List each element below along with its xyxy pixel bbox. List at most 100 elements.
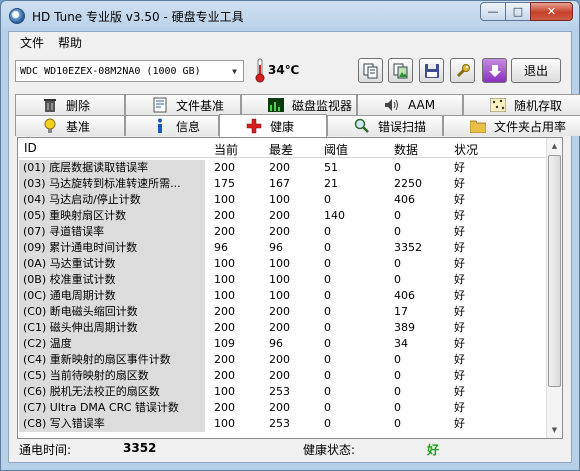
cell-data: 389 [394, 321, 415, 334]
column-header-status[interactable]: 状况 [454, 141, 478, 158]
cell-id: (C6) 脱机无法校正的扇区数 [19, 384, 205, 400]
maximize-button[interactable]: □ [505, 2, 531, 21]
cell-id: (0B) 校准重试计数 [19, 272, 205, 288]
cell-threshold: 0 [324, 225, 331, 238]
table-row[interactable]: (C6) 脱机无法校正的扇区数 100 253 0 0 好 [18, 384, 546, 400]
cell-threshold: 51 [324, 161, 338, 174]
column-header-threshold[interactable]: 阈值 [324, 141, 348, 158]
options-button[interactable] [450, 58, 475, 83]
cell-current: 100 [214, 257, 235, 270]
cell-id: (C7) Ultra DMA CRC 错误计数 [19, 400, 205, 416]
cell-status: 好 [454, 353, 465, 366]
cell-id: (0C) 通电周期计数 [19, 288, 205, 304]
close-button[interactable]: ✕ [530, 2, 573, 21]
tab-health[interactable]: 健康 [219, 114, 327, 137]
cell-current: 100 [214, 289, 235, 302]
tab-disk-monitor[interactable]: 磁盘监视器 [241, 94, 357, 115]
toolbar: WDC WD10EZEX-08M2NA0 (1000 GB) ▼ 34℃ 退出 [9, 54, 571, 90]
health-status-value: 好 [427, 443, 440, 457]
tab-info[interactable]: 信息 [125, 115, 219, 136]
table-row[interactable]: (07) 寻道错误率 200 200 0 0 好 [18, 224, 546, 240]
cell-data: 0 [394, 209, 401, 222]
table-row[interactable]: (09) 累计通电时间计数 96 96 0 3352 好 [18, 240, 546, 256]
tab-folder-usage[interactable]: 文件夹占用率 [443, 115, 580, 136]
cell-worst: 200 [269, 305, 290, 318]
cell-status: 好 [454, 321, 465, 334]
cell-current: 200 [214, 369, 235, 382]
menu-help[interactable]: 帮助 [51, 34, 89, 51]
cell-worst: 200 [269, 225, 290, 238]
table-row[interactable]: (C8) 写入错误率 100 253 0 0 好 [18, 416, 546, 432]
cell-data: 406 [394, 289, 415, 302]
tab-benchmark[interactable]: 基准 [15, 115, 125, 136]
cell-threshold: 0 [324, 337, 331, 350]
scrollbar-thumb[interactable] [548, 155, 561, 387]
cell-id: (C2) 温度 [19, 336, 205, 352]
drive-select[interactable]: WDC WD10EZEX-08M2NA0 (1000 GB) ▼ [15, 60, 244, 82]
table-row[interactable]: (05) 重映射扇区计数 200 200 140 0 好 [18, 208, 546, 224]
cell-id: (03) 马达旋转到标准转速所需... [19, 176, 205, 192]
tab-label: AAM [408, 98, 436, 112]
download-button[interactable] [482, 58, 507, 83]
cell-status: 好 [454, 273, 465, 286]
menu-file[interactable]: 文件 [13, 34, 51, 51]
cell-data: 3352 [394, 241, 422, 254]
tab-erase[interactable]: 删除 [15, 94, 125, 115]
save-button[interactable] [419, 58, 444, 83]
scroll-down-icon[interactable]: ▼ [547, 422, 562, 438]
tab-label: 磁盘监视器 [292, 98, 353, 113]
cell-id: (C4) 重新映射的扇区事件计数 [19, 352, 205, 368]
column-header-current[interactable]: 当前 [214, 141, 238, 158]
table-row[interactable]: (0B) 校准重试计数 100 100 0 0 好 [18, 272, 546, 288]
table-row[interactable]: (04) 马达启动/停止计数 100 100 0 406 好 [18, 192, 546, 208]
table-row[interactable]: (03) 马达旋转到标准转速所需... 175 167 21 2250 好 [18, 176, 546, 192]
column-header-worst[interactable]: 最差 [269, 141, 293, 158]
cell-current: 109 [214, 337, 235, 350]
cell-threshold: 0 [324, 273, 331, 286]
minimize-button[interactable]: — [480, 2, 506, 21]
column-header-id[interactable]: ID [24, 141, 37, 155]
table-row[interactable]: (C0) 断电磁头缩回计数 200 200 0 17 好 [18, 304, 546, 320]
cell-threshold: 0 [324, 257, 331, 270]
copy-screenshot-button[interactable] [388, 58, 413, 83]
tab-strip: 删除 文件基准 磁盘监视器 AAM 随机存取 基准 信息 健康 错误扫描 文件夹… [13, 94, 580, 138]
trash-icon [42, 97, 58, 113]
smart-attributes-table: ID 当前 最差 阈值 数据 状况 (01) 底层数据读取错误率 200 200 51… [17, 137, 563, 439]
cell-status: 好 [454, 241, 465, 254]
table-row[interactable]: (C1) 磁头伸出周期计数 200 200 0 389 好 [18, 320, 546, 336]
tab-label: 文件夹占用率 [494, 119, 567, 134]
power-on-value: 3352 [123, 441, 157, 455]
scroll-up-icon[interactable]: ▲ [547, 138, 562, 154]
cell-status: 好 [454, 417, 465, 430]
dropdown-arrow-icon[interactable]: ▼ [226, 61, 243, 81]
exit-button[interactable]: 退出 [511, 58, 561, 83]
table-row[interactable]: (0C) 通电周期计数 100 100 0 406 好 [18, 288, 546, 304]
tab-random-access[interactable]: 随机存取 [463, 94, 580, 115]
table-row[interactable]: (01) 底层数据读取错误率 200 200 51 0 好 [18, 160, 546, 176]
copy-icon [363, 63, 377, 78]
tab-error-scan[interactable]: 错误扫描 [327, 115, 443, 136]
title-bar[interactable]: HD Tune 专业版 v3.50 - 硬盘专业工具 — □ ✕ [1, 1, 579, 31]
cell-status: 好 [454, 289, 465, 302]
column-header-data[interactable]: 数据 [394, 141, 418, 158]
vertical-scrollbar[interactable]: ▲ ▼ [546, 138, 562, 438]
table-row[interactable]: (C5) 当前待映射的扇区数 200 200 0 0 好 [18, 368, 546, 384]
cell-id: (05) 重映射扇区计数 [19, 208, 205, 224]
down-arrow-icon [488, 64, 501, 77]
tab-label: 随机存取 [514, 98, 563, 113]
tab-aam[interactable]: AAM [357, 94, 463, 115]
table-row[interactable]: (C2) 温度 109 96 0 34 好 [18, 336, 546, 352]
table-row[interactable]: (C7) Ultra DMA CRC 错误计数 200 200 0 0 好 [18, 400, 546, 416]
table-row[interactable]: (C4) 重新映射的扇区事件计数 200 200 0 0 好 [18, 352, 546, 368]
cell-status: 好 [454, 257, 465, 270]
wrench-icon [456, 63, 470, 77]
cell-worst: 200 [269, 161, 290, 174]
tab-file-benchmark[interactable]: 文件基准 [125, 94, 241, 115]
table-row[interactable]: (0A) 马达重试计数 100 100 0 0 好 [18, 256, 546, 272]
cell-current: 200 [214, 321, 235, 334]
copy-text-button[interactable] [358, 58, 383, 83]
cell-current: 100 [214, 193, 235, 206]
copy-image-icon [393, 63, 407, 78]
cell-current: 200 [214, 225, 235, 238]
cell-data: 0 [394, 161, 401, 174]
